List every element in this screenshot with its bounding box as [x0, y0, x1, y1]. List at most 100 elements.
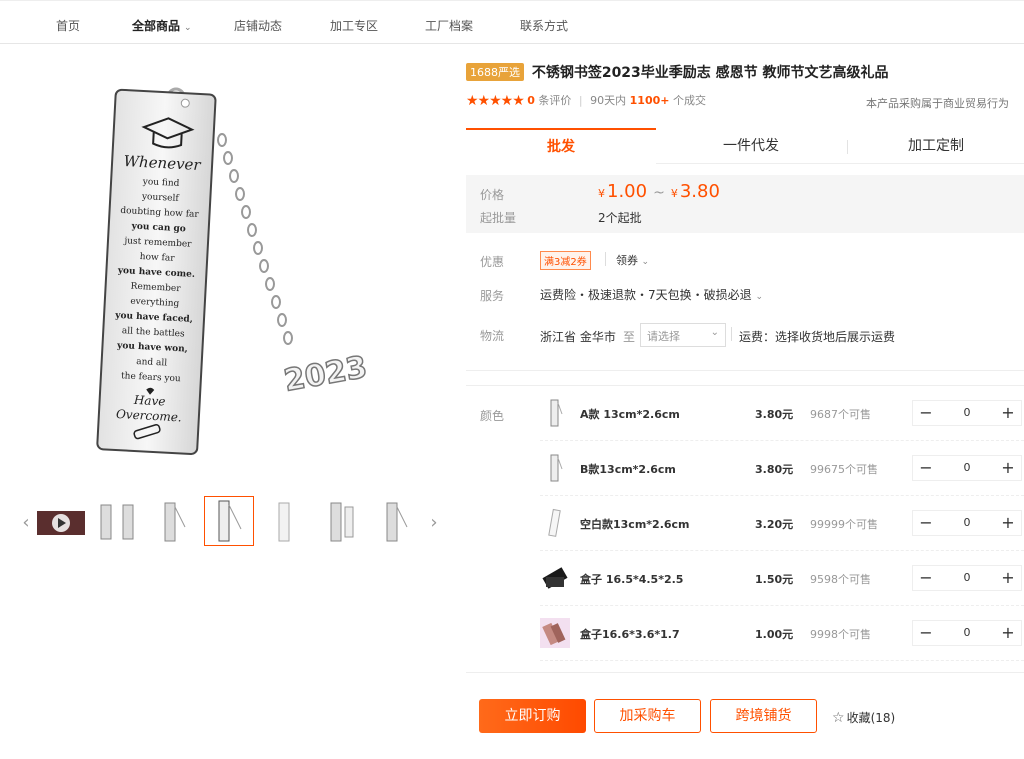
increment-button[interactable]: + — [995, 566, 1021, 590]
review-count[interactable]: 0 — [527, 94, 535, 107]
quantity-input[interactable]: 0 — [943, 566, 991, 590]
tab-custom[interactable]: 加工定制 — [848, 128, 1024, 164]
separator — [605, 252, 606, 266]
ship-from: 浙江省 金华市 — [540, 330, 616, 344]
sku-name: 空白款13cm*2.6cm — [580, 518, 690, 531]
video-play-icon — [37, 511, 85, 535]
service-text: 运费险・极速退款・7天包换・破损必退 — [540, 288, 752, 302]
separator — [731, 327, 732, 341]
nav-shop-news[interactable]: 店铺动态 — [234, 17, 282, 34]
decrement-button[interactable]: − — [913, 456, 939, 480]
thumbnail-5[interactable] — [260, 496, 310, 546]
sku-stock: 9598个可售 — [810, 573, 871, 586]
sku-price: 3.20元 — [755, 518, 794, 531]
nav-factory[interactable]: 工厂档案 — [425, 17, 473, 34]
promo-label: 优惠 — [480, 255, 505, 269]
sku-row: 空白款13cm*2.6cm 3.20元 99999个可售 − 0 + — [540, 496, 1024, 551]
divider — [466, 370, 1024, 371]
sku-stock: 99675个可售 — [810, 463, 878, 476]
review-label[interactable]: 条评价 — [538, 94, 571, 107]
thumbnail-6[interactable] — [316, 496, 366, 546]
coupon-badge[interactable]: 满3减2券 — [540, 251, 591, 270]
sku-row: B款13cm*2.6cm 3.80元 99675个可售 − 0 + — [540, 441, 1024, 496]
sku-thumbnail[interactable] — [540, 618, 570, 648]
sku-stock: 9998个可售 — [810, 628, 871, 641]
cross-border-button[interactable]: 跨境铺货 — [710, 699, 817, 733]
bookmark-line: Have — [133, 393, 166, 409]
thumbnail-video[interactable] — [36, 496, 86, 546]
sku-price: 1.50元 — [755, 573, 794, 586]
sku-thumbnail[interactable] — [540, 453, 570, 483]
tab-wholesale[interactable]: 批发 — [466, 128, 656, 164]
sku-stock: 99999个可售 — [810, 518, 878, 531]
sold-count: 1100+ — [629, 94, 670, 107]
quantity-input[interactable]: 0 — [943, 621, 991, 645]
decrement-button[interactable]: − — [913, 401, 939, 425]
increment-button[interactable]: + — [995, 621, 1021, 645]
currency: ¥ — [598, 187, 605, 200]
quantity-stepper: − 0 + — [912, 455, 1022, 481]
thumbnail-2[interactable] — [92, 496, 142, 546]
sku-thumbnail[interactable] — [540, 563, 570, 593]
get-coupon-button[interactable]: 领券 ⌄ — [616, 252, 649, 268]
sku-label: 颜色 — [480, 409, 505, 423]
chevron-down-icon: ⌄ — [184, 23, 192, 33]
sku-thumbnail[interactable] — [540, 508, 570, 538]
nav-all-products-label: 全部商品 — [132, 19, 181, 33]
service-list[interactable]: 运费险・极速退款・7天包换・破损必退 ⌄ — [540, 286, 763, 303]
buy-now-button[interactable]: 立即订购 — [479, 699, 586, 733]
rating-row: ★★★★★ 0 条评价 | 90天内 1100+ 个成交 — [466, 92, 706, 109]
bookmark-line: you find — [141, 177, 179, 189]
bookmark-line: yourself — [141, 192, 180, 204]
price-range: ¥1.00 ~ ¥3.80 — [598, 181, 720, 202]
decrement-button[interactable]: − — [913, 511, 939, 535]
separator: | — [578, 94, 583, 107]
price-min: 1.00 — [607, 181, 648, 202]
bookmark-line: how far — [140, 252, 176, 264]
nav-processing[interactable]: 加工专区 — [330, 17, 378, 34]
thumbnail-3[interactable] — [148, 496, 198, 546]
thumb-prev-arrow[interactable]: ‹ — [18, 508, 34, 538]
increment-button[interactable]: + — [995, 511, 1021, 535]
quantity-stepper: − 0 + — [912, 620, 1022, 646]
sku-name: 盒子 16.5*4.5*2.5 — [580, 573, 684, 586]
yanxuan-badge: 1688严选 — [466, 63, 524, 81]
min-qty: 2个起批 — [598, 211, 642, 225]
price-tilde: ~ — [653, 185, 665, 201]
sku-row: 盒子 16.5*4.5*2.5 1.50元 9598个可售 − 0 + — [540, 551, 1024, 606]
quantity-input[interactable]: 0 — [943, 456, 991, 480]
sku-price: 1.00元 — [755, 628, 794, 641]
tab-dropship[interactable]: 一件代发 — [656, 128, 846, 164]
decrement-button[interactable]: − — [913, 621, 939, 645]
title-row: 1688严选 不锈钢书签2023毕业季励志 感恩节 教师节文艺高级礼品 — [466, 62, 889, 82]
chevron-down-icon: ⌄ — [641, 257, 650, 267]
quantity-input[interactable]: 0 — [943, 511, 991, 535]
nav-contact[interactable]: 联系方式 — [520, 17, 568, 34]
thumb-next-arrow[interactable]: › — [426, 508, 442, 538]
nav-home[interactable]: 首页 — [56, 17, 80, 34]
days-label: 90天内 — [590, 94, 627, 107]
quantity-stepper: − 0 + — [912, 510, 1022, 536]
sku-stock: 9687个可售 — [810, 408, 871, 421]
logistics-label: 物流 — [480, 329, 505, 343]
region-select[interactable]: 请选择 ⌄ — [640, 323, 726, 347]
sku-thumbnail[interactable] — [540, 398, 570, 428]
product-main-image[interactable]: Whenever you find yourself doubting how … — [88, 80, 378, 475]
charm-2023: 2023 — [281, 350, 369, 399]
add-to-cart-button[interactable]: 加采购车 — [594, 699, 701, 733]
sku-row: 盒子16.6*3.6*1.7 1.00元 9998个可售 − 0 + — [540, 606, 1024, 661]
nav-all-products[interactable]: 全部商品 ⌄ — [132, 17, 192, 34]
quantity-input[interactable]: 0 — [943, 401, 991, 425]
region-placeholder: 请选择 — [647, 330, 680, 343]
increment-button[interactable]: + — [995, 401, 1021, 425]
decrement-button[interactable]: − — [913, 566, 939, 590]
price-label: 价格 — [480, 188, 505, 202]
thumbnail-7[interactable] — [372, 496, 422, 546]
thumbnail-4-selected[interactable] — [204, 496, 254, 546]
product-title: 不锈钢书签2023毕业季励志 感恩节 教师节文艺高级礼品 — [531, 65, 889, 81]
favorite-button[interactable]: ☆ 收藏(18) — [832, 709, 895, 726]
increment-button[interactable]: + — [995, 456, 1021, 480]
sku-name: 盒子16.6*3.6*1.7 — [580, 628, 680, 641]
chevron-down-icon: ⌄ — [710, 327, 719, 338]
sku-name: A款 13cm*2.6cm — [580, 408, 680, 421]
